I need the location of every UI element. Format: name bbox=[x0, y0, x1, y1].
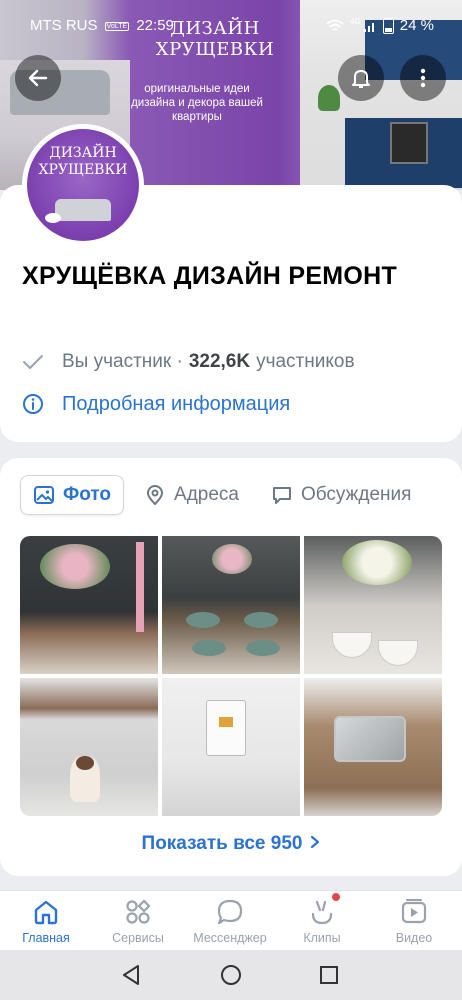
network-type: 4G bbox=[350, 17, 361, 26]
location-pin-icon bbox=[147, 485, 164, 506]
nav-services[interactable]: Сервисы bbox=[92, 891, 184, 951]
tab-discussions-label: Обсуждения bbox=[300, 484, 412, 505]
members-count: 322,6K bbox=[188, 351, 251, 372]
nav-messenger-label: Мессенджер bbox=[193, 931, 267, 945]
triangle-back-icon bbox=[123, 965, 139, 985]
notifications-button[interactable] bbox=[338, 55, 384, 101]
chat-bubble-icon bbox=[272, 487, 291, 504]
system-back-button[interactable] bbox=[119, 963, 143, 987]
status-bar-left: MTS RUS VoLTE 22:59 bbox=[30, 17, 174, 34]
system-recents-button[interactable] bbox=[317, 963, 341, 987]
media-section-card: Фото Адреса Обсуждения Показать все 950 bbox=[0, 458, 462, 876]
photo-flowers bbox=[40, 544, 110, 589]
photo-candle bbox=[136, 542, 144, 632]
group-title: ХРУЩЁВКА ДИЗАЙН РЕМОНТ bbox=[22, 262, 398, 290]
photo-icon bbox=[34, 486, 54, 504]
show-all-photos-button[interactable]: Показать все 950 bbox=[0, 833, 462, 855]
bottom-navigation: Главная Сервисы Мессенджер Клипы Видео bbox=[0, 890, 462, 950]
detailed-info-link[interactable]: Подробная информация bbox=[22, 390, 290, 418]
photo-thumbnail[interactable] bbox=[304, 536, 442, 674]
square-recents-icon bbox=[320, 966, 338, 984]
cover-subtitle: оригинальные идеи дизайна и декора вашей… bbox=[131, 83, 263, 123]
avatar-table bbox=[45, 213, 61, 223]
membership-status: Вы участник · bbox=[62, 351, 183, 372]
battery-icon bbox=[382, 17, 394, 34]
photo-cup bbox=[378, 640, 418, 666]
show-all-photos-label: Показать все 950 bbox=[141, 833, 303, 854]
tab-photos-label: Фото bbox=[63, 484, 112, 505]
nav-home-label: Главная bbox=[22, 931, 70, 945]
photo-thumbnail[interactable] bbox=[162, 536, 300, 674]
photo-flowers bbox=[212, 544, 252, 574]
nav-video[interactable]: Видео bbox=[368, 891, 460, 951]
nav-video-label: Видео bbox=[395, 931, 433, 945]
system-home-button[interactable] bbox=[219, 963, 243, 987]
messenger-icon bbox=[217, 899, 243, 925]
avatar-logo-text: ДИЗАЙН ХРУЩЕВКИ bbox=[38, 145, 128, 178]
circle-home-icon bbox=[221, 965, 241, 985]
tab-discussions[interactable]: Обсуждения bbox=[259, 475, 423, 515]
volte-icon: VoLTE bbox=[104, 21, 130, 31]
photo-sink bbox=[334, 716, 406, 762]
tab-photos[interactable]: Фото bbox=[20, 475, 125, 515]
back-button[interactable] bbox=[15, 55, 61, 101]
photo-grid bbox=[20, 536, 442, 816]
nav-services-label: Сервисы bbox=[112, 931, 164, 945]
photo-plate bbox=[244, 612, 278, 628]
services-icon bbox=[126, 899, 151, 924]
more-options-button[interactable] bbox=[400, 55, 446, 101]
video-icon bbox=[401, 899, 427, 924]
nav-home[interactable]: Главная bbox=[0, 891, 92, 951]
home-icon bbox=[34, 900, 58, 925]
tab-addresses-label: Адреса bbox=[174, 484, 239, 505]
photo-boiler bbox=[206, 700, 246, 756]
photo-plate bbox=[192, 640, 226, 656]
arrow-left-icon bbox=[28, 69, 48, 87]
photo-plate bbox=[246, 640, 280, 656]
photo-plate bbox=[186, 612, 220, 628]
members-label: участников bbox=[256, 351, 355, 372]
clips-notification-dot bbox=[332, 893, 340, 901]
chevron-right-icon bbox=[311, 835, 320, 849]
wifi-icon bbox=[326, 19, 344, 31]
cover-plant bbox=[318, 85, 340, 111]
photo-cup bbox=[332, 632, 372, 658]
nav-messenger[interactable]: Мессенджер bbox=[184, 891, 276, 951]
photo-thumbnail[interactable] bbox=[20, 536, 158, 674]
clips-icon bbox=[311, 900, 333, 925]
check-icon bbox=[23, 355, 43, 369]
status-time: 22:59 bbox=[136, 17, 174, 34]
membership-row[interactable]: Вы участник · 322,6K участников bbox=[22, 348, 355, 376]
more-vertical-icon bbox=[420, 68, 426, 88]
carrier-name: MTS RUS bbox=[30, 17, 98, 34]
group-avatar[interactable]: ДИЗАЙН ХРУЩЕВКИ bbox=[22, 124, 144, 246]
info-icon bbox=[23, 394, 43, 414]
battery-level: 24 % bbox=[399, 17, 434, 34]
detailed-info-label: Подробная информация bbox=[62, 392, 291, 415]
photo-thumbnail[interactable] bbox=[304, 678, 442, 816]
tab-addresses[interactable]: Адреса bbox=[132, 475, 251, 515]
photo-flowers bbox=[342, 540, 412, 585]
cover-oven bbox=[390, 122, 428, 164]
photo-thumbnail[interactable] bbox=[162, 678, 300, 816]
photo-thumbnail[interactable] bbox=[20, 678, 158, 816]
system-navigation-bar bbox=[0, 950, 462, 1000]
status-bar-right: 4G 24 % bbox=[326, 17, 434, 34]
status-bar: MTS RUS VoLTE 22:59 4G 24 % bbox=[0, 0, 462, 50]
nav-clips-label: Клипы bbox=[303, 931, 341, 945]
avatar-sofa bbox=[55, 199, 111, 221]
media-tabs: Фото Адреса Обсуждения bbox=[20, 475, 431, 515]
bell-icon bbox=[352, 70, 370, 88]
photo-dog bbox=[70, 756, 100, 802]
avatar-image: ДИЗАЙН ХРУЩЕВКИ bbox=[27, 129, 139, 241]
nav-clips[interactable]: Клипы bbox=[276, 891, 368, 951]
signal-icon bbox=[363, 22, 374, 32]
